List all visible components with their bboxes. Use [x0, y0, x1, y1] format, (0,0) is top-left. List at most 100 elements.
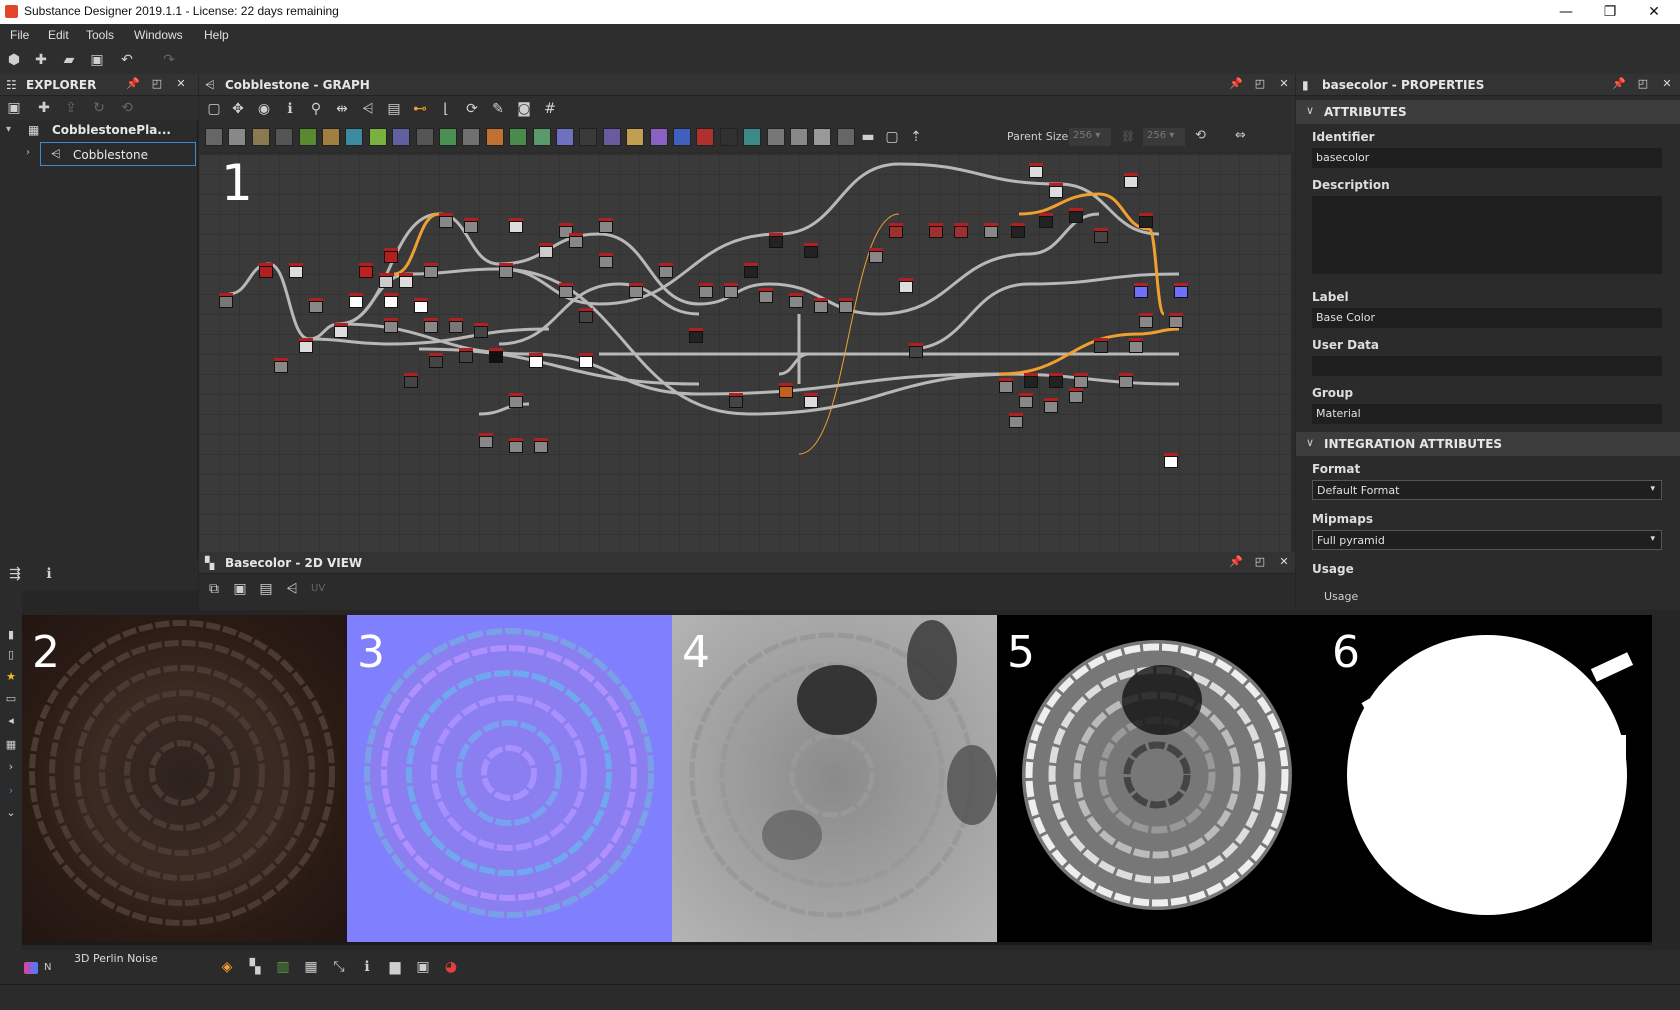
export-icon[interactable]: ▤	[257, 580, 275, 598]
graph-node[interactable]	[1169, 313, 1183, 328]
graph-node[interactable]	[499, 263, 513, 278]
float-icon[interactable]: ◰	[1253, 555, 1267, 569]
expose-icon[interactable]: ⇔	[1235, 128, 1246, 143]
graph-node[interactable]	[384, 293, 398, 308]
graph-node[interactable]	[599, 218, 613, 233]
maximize-button[interactable]: ❐	[1588, 1, 1632, 23]
frame-icon[interactable]: ▢	[883, 128, 901, 146]
curve-node-icon[interactable]	[298, 128, 317, 146]
histogram-node-icon[interactable]	[532, 128, 551, 146]
library-thumb-icon[interactable]	[24, 962, 38, 974]
graph-node[interactable]	[424, 263, 438, 278]
graph-node[interactable]	[464, 218, 478, 233]
snap-icon[interactable]: ◙	[515, 100, 533, 118]
menu-file[interactable]: File	[10, 28, 29, 42]
search-icon[interactable]: ⚲	[307, 100, 325, 118]
graph-tree-item[interactable]: ⩤ Cobblestone	[40, 142, 196, 166]
reset-size-icon[interactable]: ⟲	[1195, 128, 1206, 143]
float-icon[interactable]: ◰	[1636, 77, 1650, 91]
graph-node[interactable]	[659, 263, 673, 278]
graph-node[interactable]	[379, 273, 393, 288]
graph-node[interactable]	[1164, 453, 1178, 468]
graph-node[interactable]	[1069, 208, 1083, 223]
link-style-icon[interactable]: ⊷	[411, 100, 429, 118]
graph-node[interactable]	[559, 283, 573, 298]
bitmap-node-icon[interactable]	[205, 128, 223, 146]
menu-help[interactable]: Help	[204, 28, 229, 42]
graph-node[interactable]	[349, 293, 363, 308]
channels-icon[interactable]: ▥	[274, 958, 292, 976]
library-item-3d-perlin-noise[interactable]: 3D Perlin Noise	[74, 952, 194, 966]
size-width-select[interactable]: 256 ▾	[1069, 128, 1111, 146]
switch-node-icon[interactable]	[790, 128, 808, 146]
graph-node[interactable]	[729, 393, 743, 408]
size-height-select[interactable]: 256 ▾	[1143, 128, 1185, 146]
display-icon[interactable]: ▣	[414, 958, 432, 976]
format-select[interactable]: Default Format ▾	[1312, 480, 1662, 500]
normal-node-icon[interactable]	[556, 128, 574, 146]
minimize-button[interactable]: —	[1544, 1, 1588, 23]
graph-node[interactable]	[804, 243, 818, 258]
graph-node[interactable]	[459, 348, 473, 363]
new-graph-icon[interactable]: ✚	[32, 51, 50, 69]
fit-icon[interactable]: ⤡	[330, 958, 348, 976]
graph-node[interactable]	[999, 378, 1013, 393]
attributes-section[interactable]: ∨ ATTRIBUTES	[1296, 100, 1680, 124]
graph-node[interactable]	[779, 383, 793, 398]
levels-node-icon[interactable]	[322, 128, 340, 146]
integration-section[interactable]: ∨ INTEGRATION ATTRIBUTES	[1296, 432, 1680, 456]
link-size-icon[interactable]: ⛓	[1121, 130, 1135, 143]
undo-icon[interactable]: ↶	[118, 51, 136, 69]
graph-node[interactable]	[579, 353, 593, 368]
close-icon[interactable]: ✕	[1277, 555, 1291, 569]
graph-node[interactable]	[1069, 388, 1083, 403]
graph-node[interactable]	[509, 393, 523, 408]
tree-icon[interactable]: ⇶	[6, 565, 24, 583]
float-icon[interactable]: ◰	[150, 77, 164, 91]
graph-node[interactable]	[509, 438, 523, 453]
userdata-field[interactable]	[1312, 356, 1662, 376]
description-field[interactable]	[1312, 196, 1662, 274]
graph-node[interactable]	[439, 213, 453, 228]
graph-node[interactable]	[1094, 228, 1108, 243]
open-folder-icon[interactable]: ▰	[60, 51, 78, 69]
graph-node[interactable]	[414, 298, 428, 313]
fit-icon[interactable]: ✥	[229, 100, 247, 118]
fill-node-icon[interactable]	[719, 128, 738, 146]
identifier-field[interactable]: basecolor	[1312, 148, 1662, 168]
graph-node[interactable]	[699, 283, 713, 298]
graph-node[interactable]	[1039, 213, 1053, 228]
text-node-icon[interactable]	[649, 128, 668, 146]
graph-node[interactable]	[909, 343, 923, 358]
output-node-icon[interactable]	[766, 128, 785, 146]
graph-node[interactable]	[724, 283, 738, 298]
refresh-icon[interactable]: ⟲	[118, 99, 136, 117]
graph-node[interactable]	[1024, 373, 1038, 388]
distance-node-icon[interactable]	[673, 128, 691, 146]
graph-node[interactable]	[1011, 223, 1025, 238]
graph-node[interactable]	[814, 298, 828, 313]
histogram-icon[interactable]: ▆	[386, 958, 404, 976]
tile-icon[interactable]: ▦	[302, 958, 320, 976]
graph-node[interactable]	[479, 433, 493, 448]
graph-node[interactable]	[539, 243, 553, 258]
graph-node[interactable]	[569, 233, 583, 248]
graph-icon[interactable]: ⩤	[283, 580, 301, 598]
float-icon[interactable]: ◰	[1253, 77, 1267, 91]
graph-node[interactable]	[1049, 183, 1063, 198]
layers-icon[interactable]: ◈	[218, 958, 236, 976]
save-icon[interactable]: ▣	[88, 51, 106, 69]
redo-icon[interactable]: ↷	[160, 51, 178, 69]
graph-node[interactable]	[1139, 313, 1153, 328]
close-icon[interactable]: ✕	[174, 77, 188, 91]
screenshot-icon[interactable]: ◉	[255, 100, 273, 118]
menu-windows[interactable]: Windows	[134, 28, 183, 42]
graph-node[interactable]	[474, 323, 488, 338]
comment-node-icon[interactable]	[836, 128, 855, 146]
graph-node[interactable]	[529, 353, 543, 368]
save-image-icon[interactable]: ▣	[231, 580, 249, 598]
new-graph-icon[interactable]: ✚	[35, 99, 53, 117]
copy-image-icon[interactable]: ⧉	[205, 580, 223, 598]
gradient-map-node-icon[interactable]	[368, 128, 387, 146]
graph-node[interactable]	[309, 298, 323, 313]
